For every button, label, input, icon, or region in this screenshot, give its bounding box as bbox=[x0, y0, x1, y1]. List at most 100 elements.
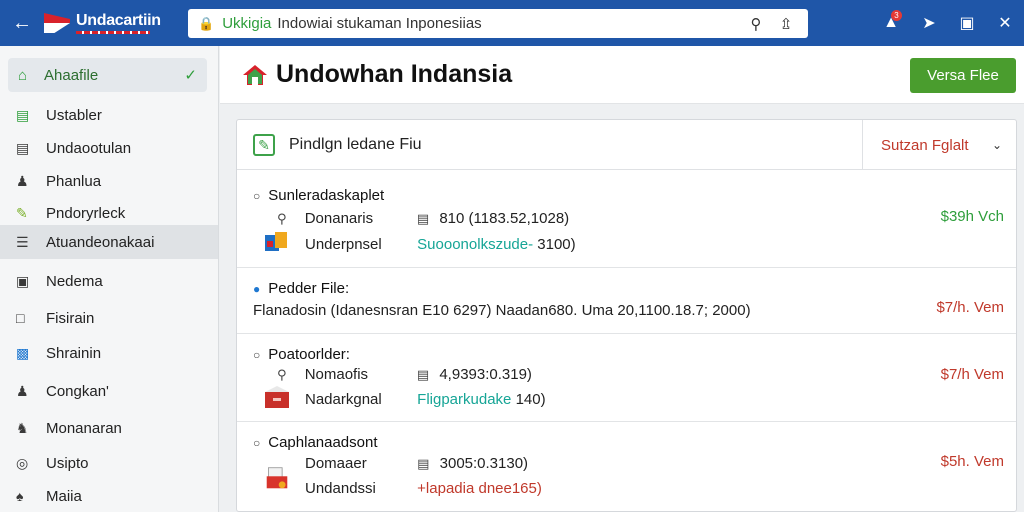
page-title: Undowhan Indansia bbox=[276, 60, 513, 88]
field-value: 3100) bbox=[537, 236, 576, 253]
sidebar-item-label: Ustabler bbox=[46, 106, 102, 124]
list-item[interactable]: ○ Caphlanaadsont Domaaer ▤ 3005:0.3130) U… bbox=[237, 422, 1016, 512]
people-icon: ♠ bbox=[16, 488, 24, 504]
notification-badge: 3 bbox=[891, 10, 902, 21]
window-icon[interactable]: ▣ bbox=[948, 0, 986, 46]
versa-file-button[interactable]: Versa Flee bbox=[910, 58, 1016, 93]
sort-dropdown[interactable]: Sutzan Fglalt ⌄ bbox=[862, 120, 1016, 170]
bullet-icon: ○ bbox=[253, 436, 261, 450]
sidebar-item-monanaran[interactable]: ♞ Monanaran bbox=[0, 411, 218, 445]
field-value-highlight: Fligparkudake bbox=[417, 391, 512, 408]
chevron-down-icon: ⌄ bbox=[991, 138, 1002, 152]
field-label: Donanaris bbox=[304, 210, 374, 227]
url-text: Indowiai stukaman Inponesiias bbox=[277, 15, 482, 32]
list-item[interactable]: ○ Sunleradaskaplet ⚲ Donanaris ▤ 810 (118… bbox=[237, 171, 1016, 268]
sidebar-item-label: Monanaran bbox=[46, 419, 122, 437]
sidebar-item-usipto[interactable]: ◎ Usipto bbox=[0, 446, 218, 480]
pin-icon: ⚲ bbox=[277, 211, 287, 226]
sidebar-item-atuandeonakaai[interactable]: ☰ Atuandeonakaai bbox=[0, 225, 218, 259]
list-item[interactable]: ● Pedder File: Flanadosin (Idanesnsran E1… bbox=[237, 268, 1016, 334]
users-icon: ♟ bbox=[16, 172, 29, 189]
home-icon: ⌂ bbox=[18, 66, 28, 84]
group-icon: ♞ bbox=[16, 419, 29, 436]
sidebar-item-label: Maiia bbox=[46, 487, 82, 505]
item-title: Sunleradaskaplet bbox=[268, 187, 385, 204]
sidebar-item-label: Phanlua bbox=[46, 172, 102, 190]
bullet-icon: ○ bbox=[253, 189, 261, 203]
flag-icon bbox=[44, 13, 70, 33]
item-title: Poatoorlder: bbox=[268, 346, 350, 363]
list-item[interactable]: ○ Poatoorlder: ⚲ Nomaofis ▤ 4,9393:0.319)… bbox=[237, 334, 1016, 422]
sidebar-item-shrainin[interactable]: ▩ Shrainin bbox=[0, 336, 218, 370]
page-header: Undowhan Indansia Versa Flee bbox=[220, 46, 1024, 104]
field-label: Undandssi bbox=[305, 480, 376, 497]
file-icon: ▤ bbox=[416, 367, 430, 382]
bookmark-icon[interactable]: ➤ bbox=[910, 0, 948, 46]
file-icon: ▤ bbox=[416, 211, 430, 226]
field-value: 3005:0.3130) bbox=[439, 455, 529, 472]
field-label: Nomaofis bbox=[304, 366, 369, 383]
sidebar-item-label: Shrainin bbox=[46, 344, 102, 362]
field-value-highlight: Suooonolkszude- bbox=[417, 236, 534, 253]
sidebar-item-congkan[interactable]: ♟ Congkan' bbox=[0, 374, 218, 408]
sidebar-item-label: Usipto bbox=[46, 454, 89, 472]
share-icon[interactable]: ⇫ bbox=[774, 15, 798, 33]
image-icon: ▩ bbox=[16, 344, 30, 361]
pin-icon: ⚲ bbox=[277, 367, 287, 382]
close-icon[interactable]: ✕ bbox=[986, 0, 1024, 46]
sidebar-item-label: Undaootulan bbox=[46, 139, 132, 157]
person-icon: ♟ bbox=[16, 382, 29, 399]
sidebar-item-fisirain[interactable]: □ Fisirain bbox=[0, 301, 218, 335]
brand-stripe bbox=[76, 30, 150, 34]
list-icon: ☰ bbox=[16, 233, 29, 250]
folder-icon: □ bbox=[16, 310, 25, 326]
sidebar-item-nedema[interactable]: ▣ Nedema bbox=[0, 264, 218, 298]
package-icon bbox=[265, 232, 287, 251]
globe-icon: ● bbox=[253, 282, 261, 296]
sort-label: Sutzan Fglalt bbox=[881, 136, 969, 154]
url-domain: Ukkigia bbox=[222, 15, 272, 32]
price: $7/h Vem bbox=[940, 366, 1004, 383]
sidebar-top-label: Ahaafile bbox=[44, 66, 99, 84]
sidebar-item-ustabler[interactable]: ▤ Ustabler bbox=[0, 98, 218, 132]
file-list-card: ✎ Pindlgn ledane Fiu Sutzan Fglalt ⌄ ○ Su… bbox=[236, 119, 1017, 512]
folder-icon bbox=[265, 386, 289, 408]
field-value: 810 (1183.52,1028) bbox=[439, 210, 570, 227]
circle-icon: ◎ bbox=[16, 454, 29, 471]
file-icon: ▤ bbox=[417, 456, 430, 471]
bullet-icon: ○ bbox=[253, 348, 261, 362]
price: $39h Vch bbox=[940, 208, 1004, 225]
edit-icon: ✎ bbox=[16, 204, 28, 221]
address-bar[interactable]: 🔒 Ukkigia Indowiai stukaman Inponesiias … bbox=[188, 9, 808, 38]
sidebar: ⌂ Ahaafile ✓ ▤ Ustabler ▤ Undaootulan ♟ Pha… bbox=[0, 46, 219, 512]
edit-icon[interactable]: ✎ bbox=[253, 134, 275, 156]
field-value-highlight: +lapadia dnee165) bbox=[417, 480, 542, 497]
sidebar-item-label: Congkan' bbox=[46, 382, 109, 400]
lock-icon: 🔒 bbox=[198, 15, 215, 31]
camera-icon: ▣ bbox=[16, 272, 30, 289]
sidebar-item-undaootulan[interactable]: ▤ Undaootulan bbox=[0, 131, 218, 165]
brand-name: Undacartiin bbox=[76, 11, 161, 29]
search-icon[interactable]: ⚲ bbox=[744, 15, 768, 33]
sidebar-item-label: Atuandeonakaai bbox=[46, 233, 155, 251]
field-label: Domaaer bbox=[305, 455, 367, 472]
sidebar-top-item[interactable]: ⌂ Ahaafile ✓ bbox=[8, 58, 207, 92]
item-title: Caphlanaadsont bbox=[268, 434, 378, 451]
field-label: Underpnsel bbox=[305, 236, 382, 253]
item-description: Flanadosin (Idanesnsran E10 6297) Naadan… bbox=[253, 302, 751, 319]
sidebar-item-label: Nedema bbox=[46, 272, 103, 290]
item-title: Pedder File: bbox=[268, 280, 350, 297]
field-value: 4,9393:0.319) bbox=[439, 366, 532, 383]
field-value: 140) bbox=[515, 391, 546, 408]
price: $7/h. Vem bbox=[936, 299, 1004, 316]
notifications-icon[interactable]: ▲ 3 bbox=[872, 0, 910, 46]
sidebar-item-phanlua[interactable]: ♟ Phanlua bbox=[0, 164, 218, 198]
brand-logo[interactable]: Undacartiin bbox=[44, 0, 184, 46]
sidebar-item-label: Fisirain bbox=[46, 309, 95, 327]
table-icon: ▤ bbox=[16, 106, 30, 123]
card-title: Pindlgn ledane Fiu bbox=[289, 136, 422, 153]
sidebar-item-label: Pndoryrleck bbox=[46, 204, 126, 222]
back-arrow-icon[interactable]: ← bbox=[0, 0, 44, 46]
sidebar-item-maiia[interactable]: ♠ Maiia bbox=[0, 479, 218, 512]
card-header: ✎ Pindlgn ledane Fiu Sutzan Fglalt ⌄ bbox=[237, 120, 1016, 170]
